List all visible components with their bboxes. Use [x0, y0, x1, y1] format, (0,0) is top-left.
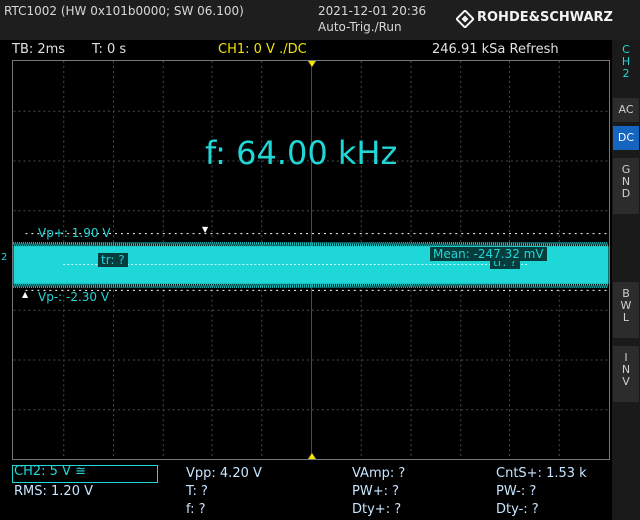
channel-char: 2 — [622, 67, 630, 80]
trigger-offset-label[interactable]: T: 0 s — [92, 42, 126, 57]
dty-plus-measurement: Dty+: ? — [352, 502, 402, 517]
ch2-settings[interactable]: CH2: 5 V ≅ — [14, 464, 86, 479]
timebase-label[interactable]: TB: 2ms — [12, 42, 65, 57]
frequency-measurement: f: ? — [186, 502, 206, 517]
side-panel: C H 2 AC DC G N D B W L I N V — [612, 40, 640, 520]
bwl-button[interactable]: B W L — [613, 282, 639, 338]
trigger-position-marker-bottom[interactable] — [308, 453, 316, 459]
ac-coupling-button[interactable]: AC — [613, 98, 639, 122]
channel-2-marker[interactable]: 2 — [1, 252, 7, 263]
dty-minus-measurement: Dty-: ? — [496, 502, 539, 517]
ch1-status[interactable]: CH1: 0 V ./DC — [218, 42, 307, 57]
brand-name: ROHDE&SCHWARZ — [477, 10, 613, 25]
bwl-char: L — [622, 311, 630, 324]
trigger-mode: Auto-Trig./Run — [318, 20, 402, 34]
cnts-plus-measurement: CntS+: 1.53 k — [496, 466, 587, 481]
channel-indicator: C H 2 — [613, 44, 639, 84]
vamp-measurement: VAmp: ? — [352, 466, 406, 481]
inv-button[interactable]: I N V — [613, 346, 639, 402]
pw-plus-measurement: PW+: ? — [352, 484, 399, 499]
vp-minus-label: Vp-: -2.30 V — [38, 290, 110, 304]
rms-measurement: RMS: 1.20 V — [14, 484, 93, 499]
period-measurement: T: ? — [186, 484, 208, 499]
inv-char: V — [622, 375, 630, 388]
brand-logo-icon — [456, 10, 474, 28]
gnd-button[interactable]: G N D — [613, 158, 639, 214]
vp-plus-label: Vp+: 1.90 V — [38, 226, 111, 240]
dc-coupling-button[interactable]: DC — [613, 126, 639, 150]
device-info: RTC1002 (HW 0x101b0000; SW 06.100) — [4, 4, 244, 18]
gnd-char: D — [621, 187, 631, 200]
vp-plus-marker-icon: ▼ — [202, 225, 209, 234]
pw-minus-measurement: PW-: ? — [496, 484, 537, 499]
mean-tag: Mean: -247.32 mV — [430, 247, 547, 261]
vpp-measurement: Vpp: 4.20 V — [186, 466, 262, 481]
rise-time-tag: tr: ? — [98, 253, 128, 267]
sample-rate-label: 246.91 kSa Refresh — [432, 42, 559, 57]
trigger-position-marker[interactable] — [308, 61, 316, 67]
datetime: 2021-12-01 20:36 — [318, 4, 427, 18]
frequency-readout: f: 64.00 kHz — [205, 134, 398, 172]
vp-minus-marker-icon: ▲ — [22, 290, 29, 299]
